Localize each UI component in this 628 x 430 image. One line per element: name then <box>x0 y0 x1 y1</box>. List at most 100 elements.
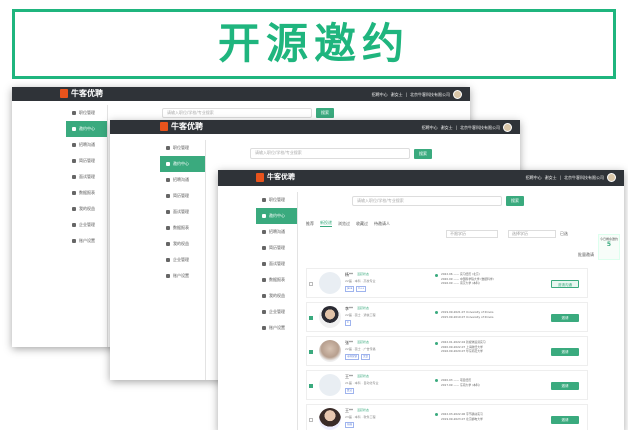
sidebar-item-label: 邀约中心 <box>173 161 189 166</box>
sidebar-item-invite[interactable]: 邀约中心 <box>256 208 297 224</box>
sidebar-item-benefits[interactable]: 我的权益 <box>66 201 107 217</box>
chat-icon <box>262 230 266 234</box>
education-select[interactable]: 不限学历 <box>446 230 498 238</box>
sidebar-item-jobs[interactable]: 职位管理 <box>66 105 107 121</box>
search-input[interactable]: 请输入职位/学校/专业搜索 <box>162 108 312 118</box>
select-checkbox[interactable] <box>309 418 313 422</box>
candidate-card[interactable]: 张** 活跃状态 22届 · 硕士 · 广告传播 市场营销 文案 2022.01… <box>306 336 588 366</box>
batch-invite-link[interactable]: 批量邀请 <box>578 252 594 258</box>
sidebar-item-resume[interactable]: 简历管理 <box>160 188 205 204</box>
avatar[interactable] <box>453 90 462 99</box>
skill-tags: 算法 <box>345 388 355 394</box>
calendar-icon <box>72 175 76 179</box>
screenshot-canvas: 开源邀约 牛客优聘 招聘中心 谢女士 | 北京牛客科技有限公司 职位管理 邀约中… <box>0 0 628 430</box>
sidebar-item-interview[interactable]: 面试管理 <box>256 256 297 272</box>
timeline-dot <box>435 342 438 345</box>
sidebar-item-invite[interactable]: 邀约中心 <box>160 156 205 172</box>
sidebar-item-chat[interactable]: 招聘沟通 <box>160 172 205 188</box>
sidebar-item-account[interactable]: 账户设置 <box>256 320 297 336</box>
sidebar-item-benefits[interactable]: 我的权益 <box>256 288 297 304</box>
tab-pending-invite[interactable]: 待邀请人 <box>374 221 390 227</box>
candidate-card[interactable]: 李** 活跃状态 22届 · 硕士 · 通信工程 C 2019.09-2021.… <box>306 302 588 332</box>
select-checkbox[interactable] <box>309 316 313 320</box>
history-line: 2016.09 —— 南京大学 (本科) <box>441 281 480 285</box>
invite-button[interactable]: 邀请 <box>551 348 579 356</box>
invite-button[interactable]: 邀请 <box>551 416 579 424</box>
separator: | <box>405 92 407 97</box>
candidate-card[interactable]: 王** 活跃状态 21届 · 本科 · 自动化专业 算法 2020.03 —— … <box>306 370 588 400</box>
tab-viewed[interactable]: 浏览过 <box>338 221 350 227</box>
sidebar-item-chat[interactable]: 招聘沟通 <box>256 224 297 240</box>
sidebar-item-label: 职位管理 <box>79 110 95 115</box>
search-button[interactable]: 搜索 <box>316 108 334 118</box>
brand-logo[interactable]: 牛客优聘 <box>160 122 203 131</box>
nav-recruit-center[interactable]: 招聘中心 <box>372 92 388 98</box>
briefcase-icon <box>166 146 170 150</box>
sidebar-item-benefits[interactable]: 我的权益 <box>160 236 205 252</box>
nav-recruit-center[interactable]: 招聘中心 <box>526 175 542 181</box>
sidebar-item-label: 招聘沟通 <box>79 142 95 147</box>
selected-filter-checkbox[interactable]: 已选 <box>560 231 568 237</box>
timeline-dot <box>435 311 438 314</box>
building-icon <box>166 258 170 262</box>
sidebar-item-interview[interactable]: 面试管理 <box>66 169 107 185</box>
topbar-user-area: 招聘中心 谢女士 | 北京牛客科技有限公司 <box>422 123 512 132</box>
invite-button[interactable]: 邀请 <box>551 382 579 390</box>
skill-tags: 市场营销 文案 <box>345 354 371 360</box>
candidate-card[interactable]: 杨** 活跃状态 22届 · 本科 · 高校专业 Java C++ 2022.0… <box>306 268 588 298</box>
username[interactable]: 谢女士 <box>441 125 453 131</box>
skill-tag: 市场营销 <box>345 354 360 360</box>
sidebar-item-reports[interactable]: 数据报表 <box>66 185 107 201</box>
search-input[interactable]: 请输入职位/学校/专业搜索 <box>250 148 410 159</box>
tab-favorited[interactable]: 收藏过 <box>356 221 368 227</box>
user-icon <box>262 326 266 330</box>
sidebar-item-company[interactable]: 企业管理 <box>66 217 107 233</box>
sidebar-item-company[interactable]: 企业管理 <box>256 304 297 320</box>
document-icon <box>262 246 266 250</box>
chart-icon <box>72 191 76 195</box>
sidebar-item-jobs[interactable]: 职位管理 <box>256 192 297 208</box>
brand-logo[interactable]: 牛客优聘 <box>256 173 295 182</box>
sidebar-item-company[interactable]: 企业管理 <box>160 252 205 268</box>
star-icon <box>72 207 76 211</box>
nav-recruit-center[interactable]: 招聘中心 <box>422 125 438 131</box>
tab-recommend[interactable]: 推荐 <box>306 221 314 227</box>
sidebar-item-resume[interactable]: 简历管理 <box>256 240 297 256</box>
sidebar-item-chat[interactable]: 招聘沟通 <box>66 137 107 153</box>
invite-button[interactable]: 邀请 <box>551 314 579 322</box>
sidebar-item-label: 我的权益 <box>79 206 95 211</box>
sidebar-item-account[interactable]: 账户设置 <box>160 268 205 284</box>
skill-tag: Java <box>345 286 355 292</box>
skill-tags: 前端 <box>345 422 355 428</box>
select-checkbox[interactable] <box>309 350 313 354</box>
degree-select[interactable]: 选择学历 <box>508 230 556 238</box>
sidebar-item-invite[interactable]: 邀约中心 <box>66 121 107 137</box>
sidebar-item-reports[interactable]: 数据报表 <box>160 220 205 236</box>
username[interactable]: 谢女士 <box>391 92 403 98</box>
sidebar-item-label: 面试管理 <box>173 209 189 214</box>
brand-logo[interactable]: 牛客优聘 <box>60 89 103 98</box>
promo-banner: 开源邀约 <box>12 9 616 79</box>
sidebar-item-label: 面试管理 <box>79 174 95 179</box>
skill-tag: C <box>345 320 351 326</box>
sidebar-item-account[interactable]: 账户设置 <box>66 233 107 249</box>
candidate-name: 王** <box>345 374 353 379</box>
invite-chat-button[interactable]: 邀请沟通 <box>551 280 579 288</box>
sidebar-item-label: 我的权益 <box>173 241 189 246</box>
candidate-card[interactable]: 王** 活跃状态 23届 · 本科 · 软件工程 前端 2022.03-2022… <box>306 404 588 430</box>
sidebar-item-reports[interactable]: 数据报表 <box>256 272 297 288</box>
select-checkbox[interactable] <box>309 384 313 388</box>
username[interactable]: 谢女士 <box>545 175 557 181</box>
tab-new-applications[interactable]: 新投递 <box>320 220 332 227</box>
search-input[interactable]: 请输入职位/学校/专业搜索 <box>352 196 502 206</box>
select-checkbox[interactable] <box>309 282 313 286</box>
sidebar-item-label: 职位管理 <box>269 197 285 202</box>
search-button[interactable]: 搜索 <box>506 196 524 206</box>
sidebar-item-jobs[interactable]: 职位管理 <box>160 140 205 156</box>
remaining-invites-badge: 今日剩余邀约 5 <box>598 234 620 260</box>
sidebar-item-interview[interactable]: 面试管理 <box>160 204 205 220</box>
avatar[interactable] <box>503 123 512 132</box>
search-button[interactable]: 搜索 <box>414 148 432 159</box>
sidebar-item-resume[interactable]: 简历管理 <box>66 153 107 169</box>
avatar[interactable] <box>607 173 616 182</box>
